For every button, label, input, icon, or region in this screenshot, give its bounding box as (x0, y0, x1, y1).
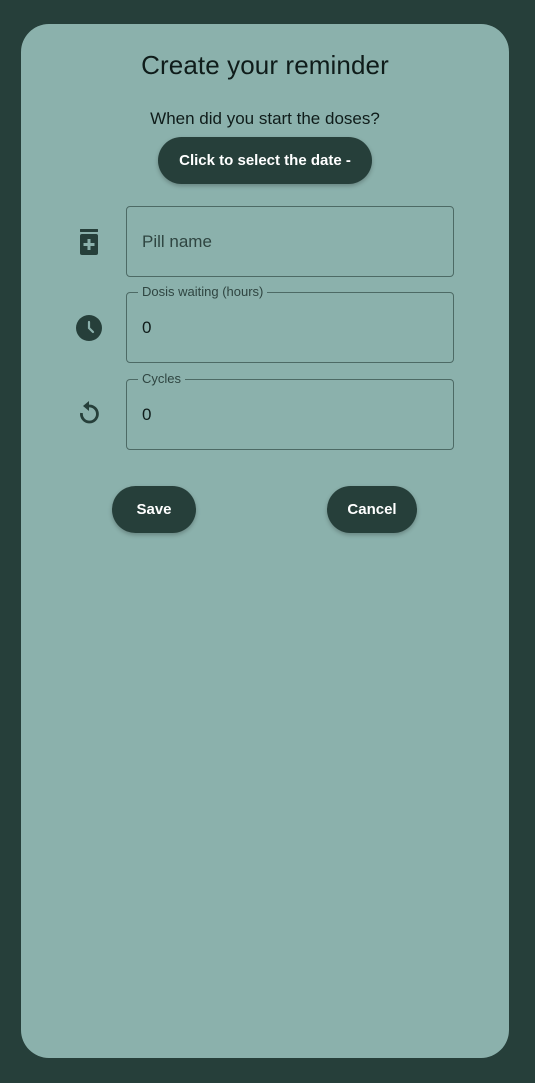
reminder-card: Create your reminder When did you start … (21, 24, 509, 1058)
cycles-field: Cycles (126, 371, 454, 450)
pill-name-input[interactable] (142, 207, 442, 276)
dosis-waiting-field: Dosis waiting (hours) (126, 284, 454, 363)
pill-name-field (126, 206, 454, 277)
start-doses-question: When did you start the doses? (150, 109, 380, 128)
medication-icon (75, 228, 103, 256)
replay-icon (75, 400, 103, 428)
cycles-input[interactable] (142, 380, 442, 449)
dosis-waiting-input[interactable] (142, 293, 442, 362)
select-date-button[interactable]: Click to select the date - (158, 137, 372, 184)
cancel-button[interactable]: Cancel (327, 486, 417, 533)
clock-icon (75, 314, 103, 342)
page-title: Create your reminder (141, 50, 389, 80)
save-button[interactable]: Save (112, 486, 196, 533)
